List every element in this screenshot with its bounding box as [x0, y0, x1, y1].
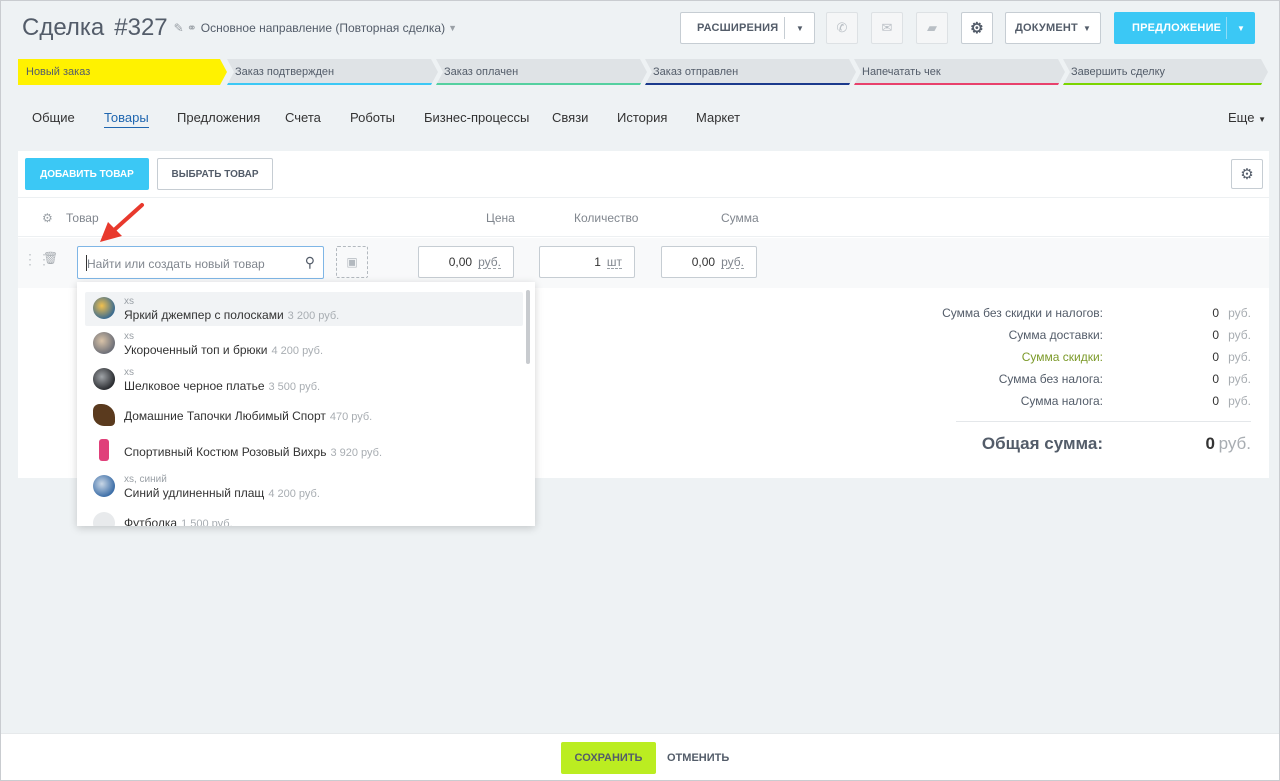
products-table-header: ⚙ Товар Цена Количество Сумма	[18, 199, 1269, 237]
scrollbar[interactable]	[526, 290, 530, 364]
total-row: Сумма без скидки и налогов: 0 руб.	[942, 306, 1251, 320]
extensions-button[interactable]: РАСШИРЕНИЯ ▼	[680, 12, 815, 44]
grand-total-label: Общая сумма:	[981, 434, 1103, 453]
list-item[interactable]: xs, синий Синий удлиненный плащ 4 200 руб…	[85, 470, 523, 504]
footer-bar: СОХРАНИТЬ ОТМЕНИТЬ	[1, 733, 1279, 780]
list-item[interactable]: xs Укороченный топ и брюки 4 200 руб.	[85, 327, 523, 361]
sum-field[interactable]: 0,00 руб.	[661, 246, 757, 278]
save-button[interactable]: СОХРАНИТЬ	[561, 742, 656, 774]
tab-links[interactable]: Связи	[552, 110, 588, 125]
deal-number: #327	[114, 14, 168, 41]
product-thumbnail	[93, 332, 115, 354]
chat-icon[interactable]: ▰	[916, 12, 948, 44]
chevron-down-icon[interactable]: ▼	[448, 23, 457, 33]
products-toolbar: ДОБАВИТЬ ТОВАР ВЫБРАТЬ ТОВАР ⚙	[18, 151, 1269, 197]
phone-icon[interactable]: ✆	[826, 12, 858, 44]
image-placeholder-icon[interactable]: ▣	[336, 246, 368, 278]
grand-total-value: 0	[1205, 434, 1215, 453]
gear-icon: ⚙	[970, 20, 984, 37]
deal-tabs: Общие Товары Предложения Счета Роботы Би…	[32, 108, 1268, 132]
quantity-field[interactable]: 1 шт	[539, 246, 635, 278]
stage-order-confirmed[interactable]: Заказ подтвержден	[227, 59, 438, 85]
product-thumbnail	[93, 512, 115, 526]
tab-general[interactable]: Общие	[32, 110, 75, 125]
pencil-icon[interactable]: ✎	[174, 21, 184, 35]
chevron-down-icon[interactable]: ▼	[1237, 24, 1245, 33]
tab-history[interactable]: История	[617, 110, 667, 125]
column-product: Товар	[66, 211, 99, 225]
product-thumbnail	[93, 368, 115, 390]
column-price: Цена	[486, 211, 515, 225]
link-icon[interactable]: ⚭	[187, 21, 197, 35]
total-row: Сумма без налога: 0 руб.	[998, 372, 1251, 386]
settings-button[interactable]: ⚙	[961, 12, 993, 44]
document-button[interactable]: ДОКУМЕНТ ▼	[1005, 12, 1101, 44]
total-row: Сумма скидки: 0 руб.	[1021, 350, 1251, 364]
mail-icon[interactable]: ✉	[871, 12, 903, 44]
proposal-button[interactable]: ПРЕДЛОЖЕНИЕ ▼	[1114, 12, 1255, 44]
product-thumbnail	[99, 439, 109, 461]
pipeline-direction[interactable]: Основное направление (Повторная сделка)	[201, 21, 445, 35]
product-suggestions-dropdown: xs Яркий джемпер с полосками 3 200 руб. x…	[77, 282, 535, 526]
tab-market[interactable]: Маркет	[696, 110, 740, 125]
product-search-input[interactable]: Найти или создать новый товар ⚲	[77, 246, 324, 279]
list-item[interactable]: xs Яркий джемпер с полосками 3 200 руб.	[85, 292, 523, 326]
chevron-down-icon: ▼	[1082, 23, 1092, 33]
choose-product-button[interactable]: ВЫБРАТЬ ТОВАР	[157, 158, 273, 190]
list-item[interactable]: Футболка 1 500 руб.	[85, 506, 523, 526]
search-icon[interactable]: ⚲	[305, 254, 315, 271]
product-thumbnail	[93, 475, 115, 497]
stage-complete-deal[interactable]: Завершить сделку	[1063, 59, 1268, 85]
chevron-down-icon[interactable]: ▼	[796, 24, 804, 33]
list-item[interactable]: xs Шелковое черное платье 3 500 руб.	[85, 363, 523, 397]
total-row: Сумма налога: 0 руб.	[1020, 394, 1251, 408]
product-thumbnail	[93, 404, 115, 426]
table-row: ⋮⋮ 🗑 Найти или создать новый товар ⚲ ▣ 0…	[18, 238, 1269, 288]
divider	[956, 421, 1251, 422]
column-sum: Сумма	[721, 211, 759, 225]
price-field[interactable]: 0,00 руб.	[418, 246, 514, 278]
tab-business-processes[interactable]: Бизнес-процессы	[424, 110, 529, 125]
chevron-down-icon: ▼	[1258, 115, 1266, 124]
list-item[interactable]: Спортивный Костюм Розовый Вихрь 3 920 руб…	[85, 434, 523, 468]
column-quantity: Количество	[574, 211, 639, 225]
stage-order-shipped[interactable]: Заказ отправлен	[645, 59, 856, 85]
total-row: Сумма доставки: 0 руб.	[1008, 328, 1251, 342]
add-product-button[interactable]: ДОБАВИТЬ ТОВАР	[25, 158, 149, 190]
product-thumbnail	[93, 297, 115, 319]
page-header: Сделка #327 ✎ ⚭ Основное направление (Пов…	[22, 14, 457, 42]
gear-icon[interactable]: ⚙	[42, 211, 53, 225]
tab-products[interactable]: Товары	[104, 110, 149, 128]
trash-icon[interactable]: 🗑	[43, 251, 58, 265]
stage-order-paid[interactable]: Заказ оплачен	[436, 59, 647, 85]
list-item[interactable]: Домашние Тапочки Любимый Спорт 470 руб.	[85, 398, 523, 432]
tab-robots[interactable]: Роботы	[350, 110, 395, 125]
grand-total-unit: руб.	[1218, 434, 1251, 453]
page-title: Сделка #327	[22, 14, 168, 41]
cancel-button[interactable]: ОТМЕНИТЬ	[667, 752, 729, 764]
tab-invoices[interactable]: Счета	[285, 110, 321, 125]
gear-icon[interactable]: ⚙	[1231, 159, 1263, 189]
tab-proposals[interactable]: Предложения	[177, 110, 260, 125]
deal-stages: Новый заказ Заказ подтвержден Заказ опла…	[18, 59, 1268, 85]
stage-print-receipt[interactable]: Напечатать чек	[854, 59, 1065, 85]
stage-new-order[interactable]: Новый заказ	[18, 59, 227, 85]
annotation-arrow-icon	[100, 203, 144, 242]
tabs-more-button[interactable]: Еще ▼	[1228, 110, 1266, 125]
